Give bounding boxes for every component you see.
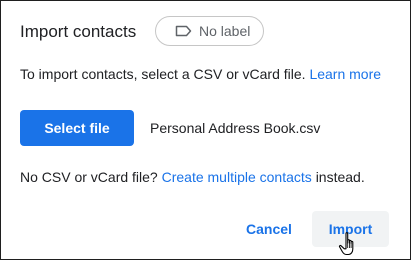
selected-file-name: Personal Address Book.csv <box>150 120 321 136</box>
select-file-button[interactable]: Select file <box>20 110 134 146</box>
create-multiple-contacts-link[interactable]: Create multiple contacts <box>162 169 312 185</box>
description-text: To import contacts, select a CSV or vCar… <box>20 66 306 82</box>
label-outline-icon <box>175 25 192 37</box>
note-prefix: No CSV or vCard file? <box>20 169 158 185</box>
import-button[interactable]: Import <box>312 211 389 247</box>
cancel-button[interactable]: Cancel <box>233 211 305 247</box>
no-file-note: No CSV or vCard file? Create multiple co… <box>20 169 365 185</box>
label-chip[interactable]: No label <box>155 16 264 46</box>
label-chip-text: No label <box>199 23 251 39</box>
import-contacts-dialog: Import contacts No label To import conta… <box>0 0 411 260</box>
note-suffix: instead. <box>315 169 365 185</box>
learn-more-link[interactable]: Learn more <box>309 66 381 82</box>
import-description: To import contacts, select a CSV or vCar… <box>20 66 381 82</box>
dialog-title: Import contacts <box>20 22 137 41</box>
